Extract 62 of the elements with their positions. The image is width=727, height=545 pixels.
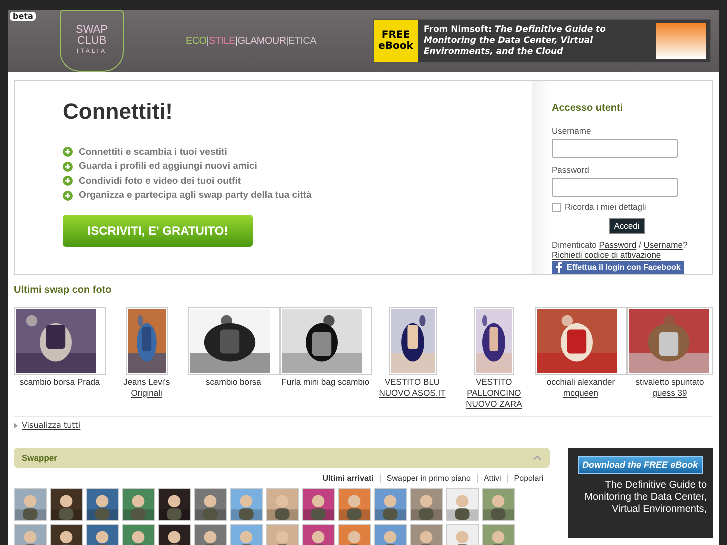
caption: Jeans Levi's — [124, 377, 170, 387]
view-all-link[interactable]: Visualizza tutti — [22, 421, 81, 430]
page-title: Connettiti! — [63, 99, 174, 125]
login-title: Accesso utenti — [552, 103, 624, 114]
activation-link[interactable]: Richiedi codice di attivazione — [552, 250, 662, 260]
username-field[interactable] — [552, 139, 678, 158]
photo-frame[interactable] — [280, 307, 372, 375]
feature-text: Guarda i profili ed aggiungi nuovi amici — [79, 161, 258, 172]
tab[interactable]: Swapper in primo piano — [380, 474, 477, 483]
plus-icon — [63, 176, 73, 186]
forgot-text: Dimenticato — [552, 240, 598, 250]
plus-icon — [63, 190, 73, 201]
plus-icon — [63, 147, 73, 158]
ad-text: From Nimsoft: The Definitive Guide to Monitoring the Data Center, Virtual Environments, and the Cloud — [424, 24, 607, 58]
field-label: Password — [552, 165, 590, 175]
caption-link[interactable]: NUOVO ASOS.IT — [379, 388, 446, 399]
photo-frame[interactable] — [388, 307, 436, 375]
username-link[interactable]: Username — [644, 240, 683, 250]
plus-icon — [63, 162, 73, 172]
caption-link[interactable]: mcqueen — [546, 388, 616, 399]
feature-text: Connettiti e scambia i tuoi vestiti — [79, 146, 228, 158]
ad-banner[interactable]: Download the FREE eBook The Definitive Guide to Monitoring the Data Center, Virtual Environments, — [568, 448, 713, 538]
caption: stivaletto spuntato — [636, 377, 704, 387]
tab[interactable]: Attivi — [476, 474, 508, 483]
beta-badge: beta — [10, 12, 36, 21]
section-title: Ultimi swap con foto — [14, 285, 113, 296]
feature-text: Organizza e partecipa agli swap party della tua città — [79, 190, 312, 202]
login-button[interactable]: Accedi — [609, 218, 645, 234]
caption: occhiali alexander — [546, 377, 616, 387]
caption: VESTITO BLU — [384, 377, 440, 387]
tab[interactable]: Ultimi arrivati — [316, 474, 380, 483]
password-field[interactable] — [552, 178, 678, 197]
download-button[interactable]: Download the FREE eBook — [578, 456, 704, 474]
caption-link[interactable]: Originali — [124, 388, 170, 399]
section-title: Swapper — [22, 453, 58, 463]
triangle-icon — [14, 422, 18, 428]
tab[interactable]: Popolari — [507, 474, 550, 483]
ad-tag: FREE eBook — [374, 20, 418, 62]
caption: scambio borsa Prada — [20, 377, 100, 387]
caption: Furla mini bag scambio — [282, 377, 370, 387]
ad-text: The Definitive Guide to Monitoring the Data Center, Virtual Environments, — [584, 480, 708, 516]
section-header[interactable]: Swapper — [14, 448, 550, 468]
caption-link[interactable]: guess 39 — [636, 388, 704, 399]
caption: scambio borsa — [206, 377, 262, 387]
caption: VESTITO — [476, 377, 512, 387]
checkbox[interactable] — [552, 202, 561, 212]
field-label: Username — [552, 126, 592, 136]
facebook-login-button[interactable]: Effettua il login con Facebook — [552, 261, 684, 274]
checkbox-label: Ricorda i miei dettagli — [565, 202, 646, 212]
password-link[interactable]: Password — [599, 240, 637, 250]
photo-frame[interactable] — [535, 307, 628, 375]
caption-link[interactable]: PALLONCINO NUOVO ZARA — [453, 388, 536, 410]
photo-frame[interactable] — [474, 307, 514, 375]
photo-frame[interactable] — [188, 307, 280, 375]
tagline: ECO|STILE|GLAMOUR|ETICA — [186, 36, 316, 46]
question-mark: ? — [682, 240, 688, 250]
ad-banner[interactable]: FREE eBook From Nimsoft: The Definitive Guide to Monitoring the Data Center, Virtual Environments, and the Cloud — [373, 19, 711, 63]
feature-text: Condividi foto e video dei tuoi outfit — [79, 176, 242, 187]
separator-text: / — [638, 240, 642, 250]
photo-frame[interactable] — [14, 307, 106, 375]
facebook-icon — [555, 262, 563, 273]
photo-frame[interactable] — [126, 307, 168, 375]
